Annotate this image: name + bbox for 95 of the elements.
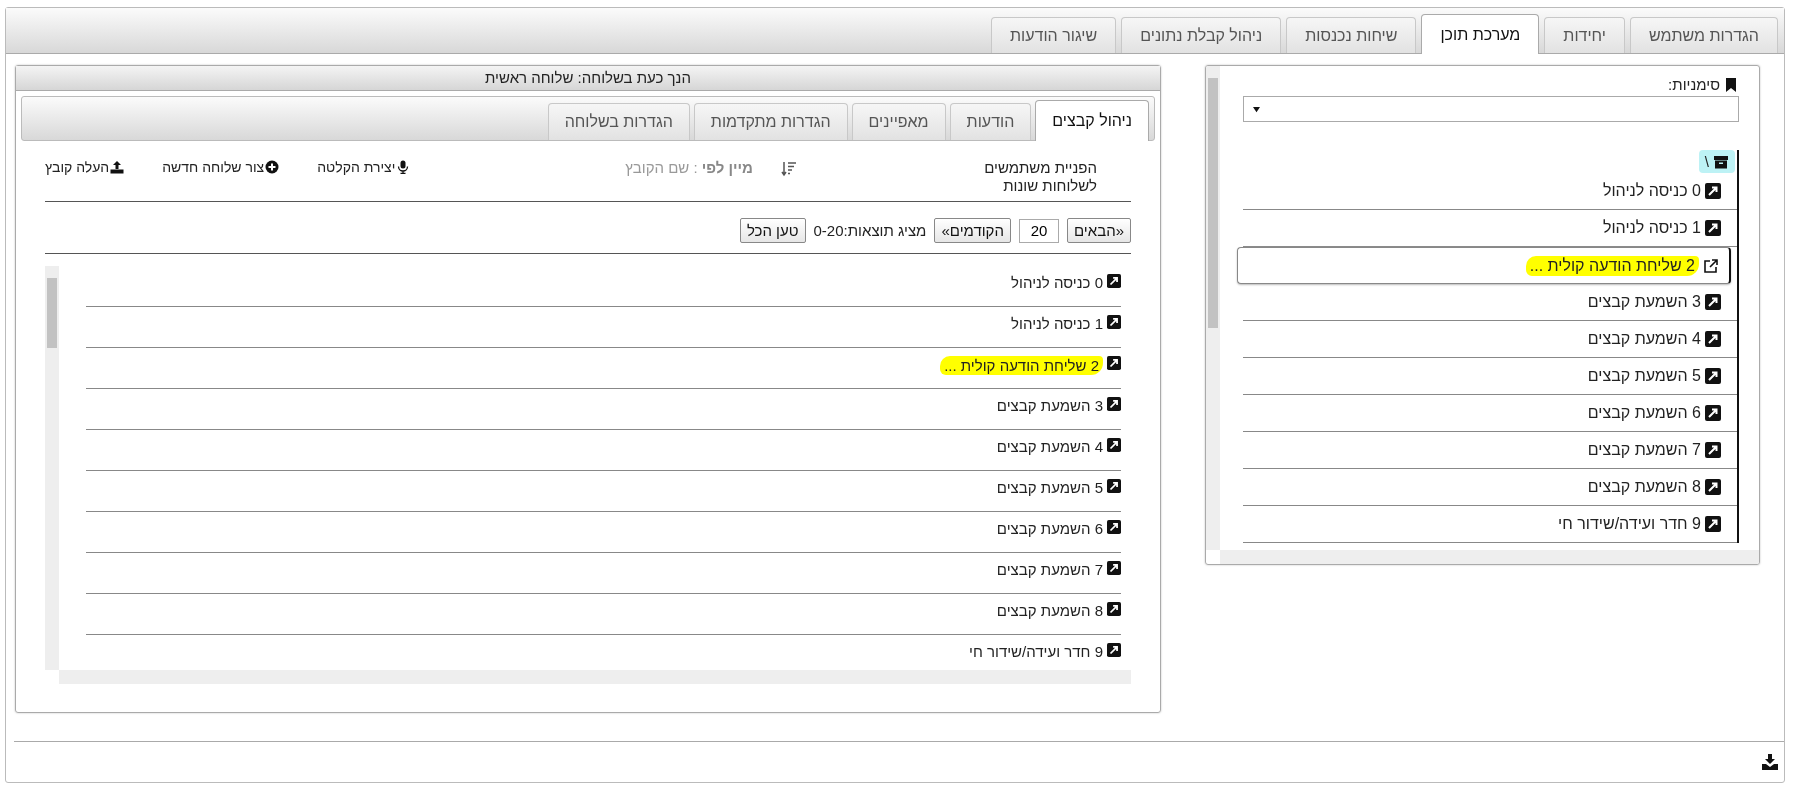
file-label: 9 חדר ועידה/שידור חי (969, 643, 1103, 660)
file-label: 8 השמעת קבצים (996, 602, 1103, 619)
panel-tab[interactable]: ניהול קבצים (1035, 100, 1149, 141)
previous-button[interactable]: הקודמים» (934, 218, 1011, 243)
panel-tab[interactable]: מאפיינים (851, 103, 946, 140)
tree-item-label: 7 השמעת קבצים (1587, 441, 1701, 459)
tree-item[interactable]: 5 השמעת קבצים (1243, 358, 1737, 395)
tree-item-label: 1 כניסה לניהול (1602, 219, 1701, 237)
tree-item-label: 3 השמעת קבצים (1587, 293, 1701, 311)
action-link[interactable]: יצירת הקלטה (317, 159, 411, 175)
file-label: 3 השמעת קבצים (996, 397, 1103, 414)
bookmarks-label: סימניות: (1668, 76, 1720, 93)
file-label: 0 כניסה לניהול (1011, 274, 1103, 291)
link-square-icon (1705, 294, 1721, 310)
top-tab[interactable]: הגדרות משתמש (1629, 17, 1778, 53)
tree-item-label: 8 השמעת קבצים (1587, 478, 1701, 496)
file-item[interactable]: 1 כניסה לניהול (86, 307, 1121, 348)
link-square-icon (1705, 516, 1721, 532)
file-label: 7 השמעת קבצים (996, 561, 1103, 578)
file-item[interactable]: 2 שליחת הודעה קולית ... (86, 348, 1121, 389)
tree-item[interactable]: 0 כניסה לניהול (1243, 173, 1737, 210)
tree-item-label: 6 השמעת קבצים (1587, 404, 1701, 422)
tree-item-label: 4 השמעת קבצים (1587, 330, 1701, 348)
microphone-icon (396, 160, 411, 174)
link-square-icon (1107, 315, 1121, 329)
file-item[interactable]: 5 השמעת קבצים (86, 471, 1121, 512)
link-square-icon (1705, 479, 1721, 495)
link-square-icon (1705, 368, 1721, 384)
results-label: מציג תוצאות:0-20 (813, 222, 927, 239)
link-square-icon (1705, 220, 1721, 236)
extension-title: הנך כעת בשלוחה: שלוחה ראשית (16, 66, 1160, 91)
top-tab[interactable]: מערכת תוכן (1421, 14, 1540, 54)
action-link[interactable]: העלה קובץ (45, 159, 125, 175)
file-label: 5 השמעת קבצים (996, 479, 1103, 496)
page-size-field[interactable]: 20 (1019, 218, 1059, 243)
vertical-scrollbar[interactable] (1206, 66, 1220, 550)
external-link-icon (1703, 257, 1719, 274)
link-square-icon (1107, 356, 1121, 370)
link-square-icon (1107, 479, 1121, 493)
archive-icon (1713, 153, 1729, 170)
link-square-icon (1705, 405, 1721, 421)
bookmark-icon (1723, 76, 1739, 93)
caret-icon (1252, 105, 1261, 113)
link-square-icon (1705, 442, 1721, 458)
panel-tab[interactable]: הגדרות מתקדמות (693, 103, 848, 140)
file-label: 4 השמעת קבצים (996, 438, 1103, 455)
link-square-icon (1107, 438, 1121, 452)
tree-item-label: 9 חדר ועידה/שידור חי (1558, 515, 1701, 533)
file-item[interactable]: 4 השמעת קבצים (86, 430, 1121, 471)
link-square-icon (1107, 274, 1121, 288)
action-link[interactable]: צור שלוחה חדשה (162, 159, 280, 175)
tree-item[interactable]: 6 השמעת קבצים (1243, 395, 1737, 432)
tree-item[interactable]: 3 השמעת קבצים (1243, 284, 1737, 321)
sort-icon[interactable] (781, 161, 797, 177)
top-tab[interactable]: שיחות נכנסות (1286, 17, 1417, 53)
upload-icon (110, 160, 125, 174)
bookmarks-select[interactable] (1243, 96, 1739, 122)
file-item[interactable]: 6 השמעת קבצים (86, 512, 1121, 553)
link-square-icon (1705, 331, 1721, 347)
tree-item[interactable]: 2 שליחת הודעה קולית ... (1237, 247, 1731, 284)
file-item[interactable]: 0 כניסה לניהול (86, 266, 1121, 307)
file-label: 6 השמעת קבצים (996, 520, 1103, 537)
link-square-icon (1107, 520, 1121, 534)
download-icon[interactable] (1762, 754, 1778, 770)
tree-item[interactable]: 7 השמעת קבצים (1243, 432, 1737, 469)
tree-item-label: 2 שליחת הודעה קולית ... (1525, 255, 1699, 276)
tree-item[interactable]: 9 חדר ועידה/שידור חי (1243, 506, 1737, 543)
next-button[interactable]: «הבאים (1067, 218, 1131, 243)
panel-tab[interactable]: הודעות (949, 103, 1032, 140)
tree-item-label: 0 כניסה לניהול (1602, 182, 1701, 200)
link-square-icon (1107, 602, 1121, 616)
file-item[interactable]: 9 חדר ועידה/שידור חי (86, 635, 1121, 670)
vertical-scrollbar[interactable] (45, 266, 59, 670)
file-item[interactable]: 8 השמעת קבצים (86, 594, 1121, 635)
tree-item[interactable]: 4 השמעת קבצים (1243, 321, 1737, 358)
link-square-icon (1107, 643, 1121, 657)
file-label: 2 שליחת הודעה קולית ... (940, 356, 1103, 375)
file-item[interactable]: 7 השמעת קבצים (86, 553, 1121, 594)
tree-item[interactable]: 8 השמעת קבצים (1243, 469, 1737, 506)
top-tab[interactable]: שיגור הודעות (991, 17, 1117, 53)
redirect-label: הפניית משתמשים לשלוחות שונות (983, 159, 1098, 195)
link-square-icon (1107, 561, 1121, 575)
tree-root[interactable]: \ (1698, 150, 1735, 173)
plus-circle-icon (265, 160, 280, 174)
link-square-icon (1107, 397, 1121, 411)
top-tab[interactable]: ניהול קבלת נתונים (1121, 17, 1282, 53)
top-tab[interactable]: יחידות (1544, 17, 1625, 53)
link-square-icon (1705, 183, 1721, 199)
file-label: 1 כניסה לניהול (1011, 315, 1103, 332)
sort-label[interactable]: מיין לפי : שם הקובץ (625, 159, 753, 176)
file-item[interactable]: 3 השמעת קבצים (86, 389, 1121, 430)
horizontal-scrollbar[interactable] (1220, 550, 1759, 564)
load-all-button[interactable]: טען הכל (739, 218, 806, 243)
tree-item-label: 5 השמעת קבצים (1587, 367, 1701, 385)
panel-tab[interactable]: הגדרות בשלוחה (547, 103, 690, 140)
